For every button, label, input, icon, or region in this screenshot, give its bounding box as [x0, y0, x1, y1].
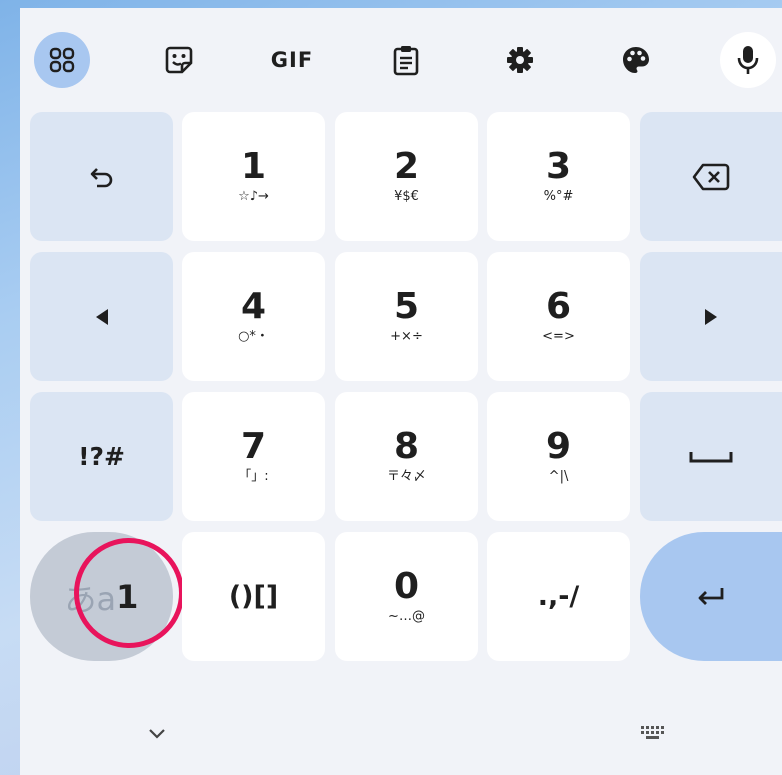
keyboard-toolbar: GIF — [20, 8, 782, 112]
apps-grid-icon[interactable] — [34, 32, 90, 88]
key-2-sub: ¥$€ — [394, 188, 419, 204]
key-7-sub: 「」: — [238, 468, 269, 484]
key-7-main: 7 — [240, 425, 267, 467]
key-4[interactable]: 4 ○*・ — [182, 252, 325, 381]
key-4-main: 4 — [240, 285, 267, 327]
key-0-sub: ~…@ — [388, 608, 425, 624]
clipboard-icon[interactable] — [378, 32, 434, 88]
brackets-key[interactable]: ()[] — [182, 532, 325, 661]
key-5[interactable]: 5 +×÷ — [335, 252, 478, 381]
keyboard-switch-icon[interactable] — [634, 720, 674, 746]
punctuation-label: .,-/ — [537, 581, 580, 612]
symbols-label: !?# — [78, 442, 125, 471]
key-1[interactable]: 1 ☆♪→ — [182, 112, 325, 241]
brackets-label: ()[] — [228, 581, 279, 612]
microphone-icon[interactable] — [720, 32, 776, 88]
key-8-sub: 〒々〆 — [386, 468, 426, 484]
key-1-sub: ☆♪→ — [238, 188, 269, 204]
key-6-sub: <=> — [542, 328, 575, 344]
key-0-main: 0 — [393, 565, 420, 607]
highlight-ring — [74, 538, 184, 648]
key-0[interactable]: 0 ~…@ — [335, 532, 478, 661]
key-5-main: 5 — [393, 285, 420, 327]
gif-icon[interactable]: GIF — [262, 32, 322, 88]
key-2-main: 2 — [393, 145, 420, 187]
keyboard: GIF 1 ☆♪→ 2 ¥$€ 3 %°# 4 ○*・ 5 +×÷ 6 <=> … — [20, 8, 782, 775]
triangle-left-icon — [95, 308, 108, 325]
backspace-key[interactable] — [640, 112, 782, 241]
space-key[interactable] — [640, 392, 782, 521]
enter-key[interactable] — [640, 532, 782, 661]
key-3[interactable]: 3 %°# — [487, 112, 630, 241]
undo-icon — [90, 167, 112, 187]
key-6-main: 6 — [545, 285, 572, 327]
undo-key[interactable] — [30, 112, 173, 241]
enter-arrow-icon — [698, 587, 724, 605]
key-8-main: 8 — [393, 425, 420, 467]
symbols-key[interactable]: !?# — [30, 392, 173, 521]
cursor-left-key[interactable] — [30, 252, 173, 381]
backspace-icon — [692, 163, 730, 190]
gif-label: GIF — [270, 48, 314, 72]
punctuation-key[interactable]: .,-/ — [487, 532, 630, 661]
theme-palette-icon[interactable] — [608, 32, 664, 88]
key-5-sub: +×÷ — [390, 328, 423, 344]
key-9[interactable]: 9 ^|\ — [487, 392, 630, 521]
settings-gear-icon[interactable] — [492, 32, 548, 88]
key-3-main: 3 — [545, 145, 572, 187]
key-3-sub: %°# — [543, 188, 574, 204]
cursor-right-key[interactable] — [640, 252, 782, 381]
key-9-main: 9 — [545, 425, 572, 467]
key-2[interactable]: 2 ¥$€ — [335, 112, 478, 241]
triangle-right-icon — [705, 308, 717, 325]
key-1-main: 1 — [240, 145, 267, 187]
key-7[interactable]: 7 「」: — [182, 392, 325, 521]
key-8[interactable]: 8 〒々〆 — [335, 392, 478, 521]
chevron-down-icon[interactable] — [142, 722, 172, 746]
sticker-icon[interactable] — [151, 32, 207, 88]
key-4-sub: ○*・ — [238, 328, 269, 344]
key-6[interactable]: 6 <=> — [487, 252, 630, 381]
space-bar-icon — [689, 451, 733, 462]
key-9-sub: ^|\ — [548, 468, 569, 484]
